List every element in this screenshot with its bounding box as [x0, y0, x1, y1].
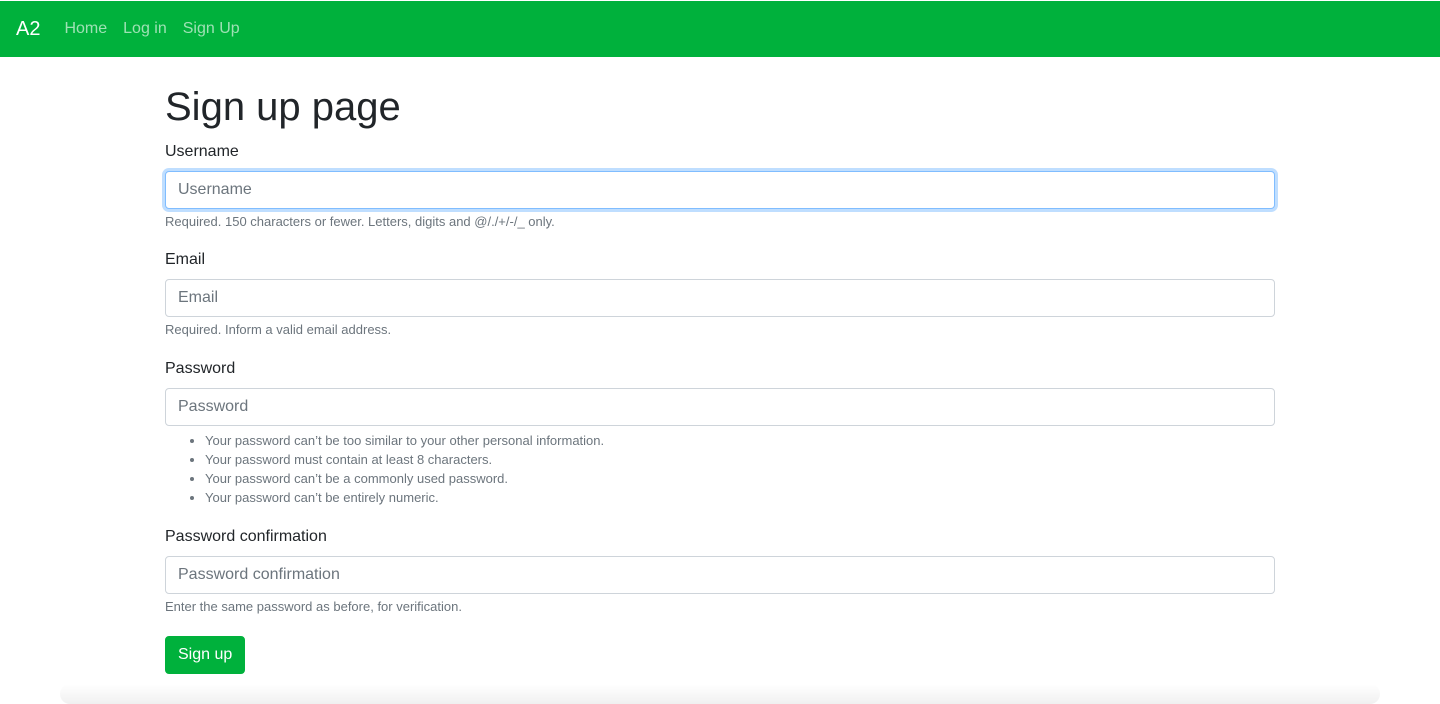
signup-container: Sign up page Username Required. 150 char…: [165, 57, 1275, 674]
username-label: Username: [165, 143, 239, 160]
email-input[interactable]: [165, 279, 1275, 318]
bottom-shadow: [60, 684, 1380, 704]
password-confirmation-help-text: Enter the same password as before, for v…: [165, 598, 462, 614]
password-requirement-item: Your password can’t be a commonly used p…: [205, 469, 1275, 488]
username-help-text: Required. 150 characters or fewer. Lette…: [165, 214, 555, 229]
signup-form: Username Required. 150 characters or few…: [165, 143, 1275, 674]
password-label: Password: [165, 359, 236, 377]
email-label: Email: [165, 251, 206, 269]
password-confirmation-input[interactable]: [165, 555, 1275, 594]
email-group: Email Required. Inform a valid email add…: [165, 251, 1275, 338]
signup-submit-button[interactable]: Sign up: [165, 635, 246, 674]
username-group: Username Required. 150 characters or few…: [165, 143, 1275, 230]
nav-link-home[interactable]: Home: [64, 20, 107, 38]
email-help-text: Required. Inform a valid email address.: [165, 322, 392, 338]
password-group: Password Your password can’t be too simi…: [165, 360, 1275, 507]
password-requirement-item: Your password must contain at least 8 ch…: [205, 450, 1275, 469]
username-input[interactable]: [165, 171, 1275, 209]
nav-link-signup[interactable]: Sign Up: [183, 20, 240, 38]
top-navbar: A2 Home Log in Sign Up: [0, 1, 1440, 57]
password-requirement-item: Your password can’t be too similar to yo…: [205, 431, 1275, 450]
page-title: Sign up page: [165, 85, 401, 129]
password-requirements-list: Your password can’t be too similar to yo…: [165, 431, 1275, 507]
password-input[interactable]: [165, 387, 1275, 426]
password-confirmation-label: Password confirmation: [165, 527, 327, 545]
nav-link-login[interactable]: Log in: [123, 20, 167, 38]
brand-logo[interactable]: A2: [16, 18, 40, 41]
password-confirmation-group: Password confirmation Enter the same pas…: [165, 528, 1275, 615]
password-requirement-item: Your password can’t be entirely numeric.: [205, 488, 1275, 507]
